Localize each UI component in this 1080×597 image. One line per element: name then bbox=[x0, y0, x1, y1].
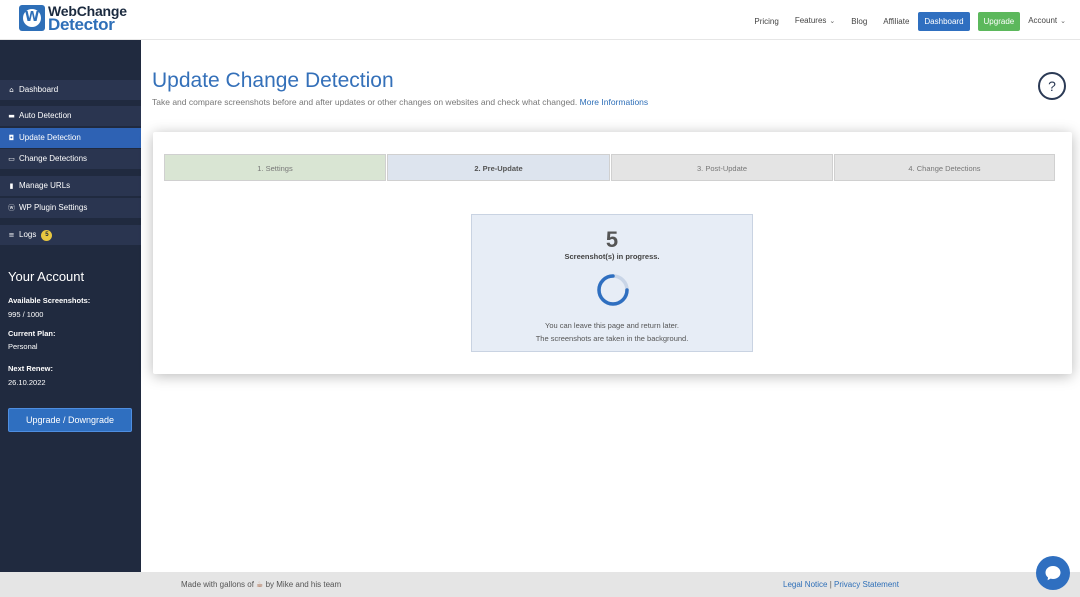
sidebar-item-change-detections[interactable]: ▭ Change Detections bbox=[0, 149, 141, 169]
logo-letter: W bbox=[23, 9, 41, 27]
top-navigation: W WebChange Detector Pricing Features ⌄ B… bbox=[0, 0, 1080, 40]
screenshots-label: Available Screenshots: bbox=[8, 296, 91, 305]
upgrade-downgrade-button[interactable]: Upgrade / Downgrade bbox=[8, 408, 132, 432]
legal-notice-link[interactable]: Legal Notice bbox=[783, 580, 827, 589]
dashboard-button[interactable]: Dashboard bbox=[918, 11, 970, 31]
nav-blog[interactable]: Blog bbox=[851, 12, 867, 31]
account-title: Your Account bbox=[8, 269, 85, 284]
step-change-detections[interactable]: 4. Change Detections bbox=[834, 154, 1055, 181]
wizard-card: 1. Settings 2. Pre-Update 3. Post-Update… bbox=[153, 132, 1072, 374]
screenshot-count: 5 bbox=[605, 227, 619, 252]
page-title: Update Change Detection bbox=[152, 69, 394, 92]
chevron-down-icon: ⌄ bbox=[829, 18, 836, 25]
footer-links: Legal Notice | Privacy Statement bbox=[783, 580, 899, 589]
logo[interactable]: W WebChange Detector bbox=[19, 4, 127, 34]
coffee-icon: ☕ bbox=[256, 580, 264, 589]
step-post-update[interactable]: 3. Post-Update bbox=[611, 154, 833, 181]
progress-note-1: You can leave this page and return later… bbox=[545, 321, 679, 330]
wizard-steps: 1. Settings 2. Pre-Update 3. Post-Update… bbox=[164, 154, 1055, 181]
sidebar-item-logs[interactable]: ≡ Logs 5 bbox=[0, 225, 141, 245]
logo-line2: Detector bbox=[48, 15, 115, 34]
help-button[interactable]: ? bbox=[1038, 72, 1066, 100]
sidebar-item-dashboard[interactable]: ⌂ Dashboard bbox=[0, 80, 141, 100]
more-informations-link[interactable]: More Informations bbox=[580, 97, 649, 107]
progress-note-2: The screenshots are taken in the backgro… bbox=[535, 334, 689, 343]
footer: Made with gallons of ☕ by Mike and his t… bbox=[0, 572, 1080, 597]
chevron-down-icon: ⌄ bbox=[1060, 18, 1066, 25]
main-nav: Pricing Features ⌄ Blog Affiliate Dashboa… bbox=[738, 11, 1066, 31]
page-subtitle: Take and compare screenshots before and … bbox=[152, 97, 649, 107]
monitor-icon: ▭ bbox=[8, 155, 15, 163]
chat-icon bbox=[1045, 566, 1061, 581]
upgrade-button[interactable]: Upgrade bbox=[977, 11, 1021, 31]
chat-widget-button[interactable] bbox=[1036, 556, 1070, 590]
nav-features[interactable]: Features ⌄ bbox=[795, 11, 835, 31]
file-icon: ▮ bbox=[9, 182, 14, 190]
plan-label: Current Plan: bbox=[8, 329, 56, 338]
list-icon: ≡ bbox=[8, 231, 15, 239]
screenshots-value: 995 / 1000 bbox=[8, 310, 44, 319]
screenshot-progress-box: 5 Screenshot(s) in progress. You can lea… bbox=[471, 214, 753, 352]
sidebar-item-update-detection[interactable]: ◘ Update Detection bbox=[0, 128, 141, 148]
logo-badge: W bbox=[19, 5, 45, 31]
folder-icon: ▬ bbox=[8, 112, 15, 120]
plan-value: Personal bbox=[8, 342, 38, 351]
nav-account[interactable]: Account ⌄ bbox=[1028, 11, 1066, 31]
logs-count-badge: 5 bbox=[41, 229, 53, 241]
step-pre-update[interactable]: 2. Pre-Update bbox=[387, 154, 610, 181]
sidebar: ⌂ Dashboard ▬ Auto Detection ◘ Update De… bbox=[0, 40, 141, 572]
sidebar-item-manage-urls[interactable]: ▮ Manage URLs bbox=[0, 176, 141, 196]
screenshot-progress-label: Screenshot(s) in progress. bbox=[564, 252, 660, 261]
camera-icon: ◘ bbox=[8, 134, 15, 142]
wordpress-icon: ⓦ bbox=[8, 204, 15, 212]
renew-label: Next Renew: bbox=[8, 364, 54, 373]
privacy-statement-link[interactable]: Privacy Statement bbox=[834, 580, 899, 589]
sidebar-item-auto-detection[interactable]: ▬ Auto Detection bbox=[0, 106, 141, 126]
loading-spinner-icon bbox=[597, 274, 629, 306]
footer-credit: Made with gallons of ☕ by Mike and his t… bbox=[181, 580, 342, 589]
nav-affiliate[interactable]: Affiliate bbox=[883, 12, 909, 31]
nav-pricing[interactable]: Pricing bbox=[754, 12, 778, 31]
step-settings[interactable]: 1. Settings bbox=[164, 154, 386, 181]
renew-value: 26.10.2022 bbox=[8, 378, 46, 387]
sidebar-item-wp-plugin-settings[interactable]: ⓦ WP Plugin Settings bbox=[0, 198, 141, 218]
home-icon: ⌂ bbox=[9, 86, 14, 94]
